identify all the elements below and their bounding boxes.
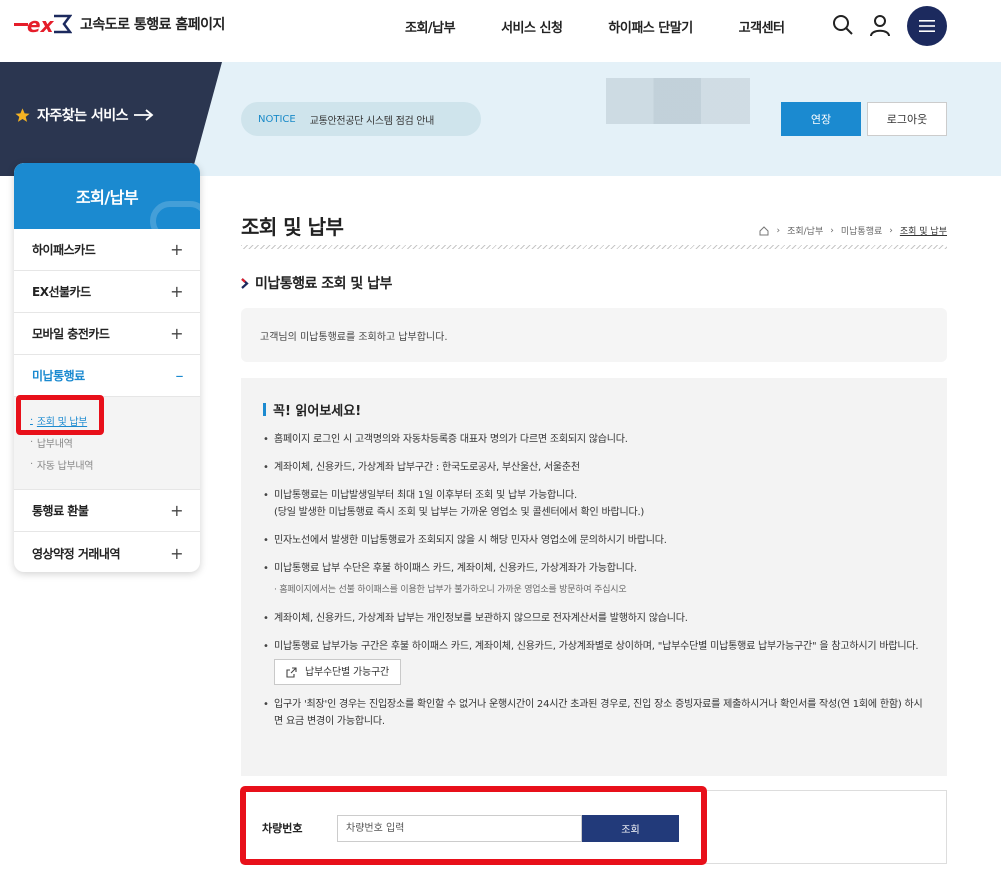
star-icon	[15, 107, 30, 122]
ex-logo-icon: ex	[14, 13, 72, 36]
section-chevron-icon	[241, 277, 249, 289]
sidebar-item-label: 모바일 충전카드	[32, 327, 110, 341]
sidebar-item-label: 통행료 환불	[32, 504, 89, 518]
sidebar-item-label: EX선불카드	[32, 285, 91, 299]
nav-customer-center[interactable]: 고객센터	[739, 17, 785, 36]
breadcrumb-current[interactable]: 조회 및 납부	[900, 224, 947, 237]
menu-button[interactable]	[907, 6, 947, 46]
top-banner: 자주찾는 서비스 NOTICE 교통안전공단 시스템 점검 안내 연장 로그아웃	[0, 62, 1001, 176]
sidebar-title-decoration	[150, 201, 200, 229]
minus-icon[interactable]: –	[176, 366, 184, 385]
site-header: ex 고속도로 통행료 홈페이지 조회/납부 서비스 신청 하이패스 단말기 고…	[0, 0, 1001, 62]
breadcrumb-item[interactable]: 미납통행료	[841, 224, 882, 237]
sidebar-item-mobile-charge-card[interactable]: 모바일 충전카드 +	[14, 313, 200, 355]
chevron-right-icon: ›	[889, 225, 893, 236]
sidebar-title: 조회/납부	[14, 163, 200, 229]
intro-box: 고객님의 미납통행료를 조회하고 납부합니다.	[241, 308, 947, 362]
sidebar: 조회/납부 하이패스카드 + EX선불카드 + 모바일 충전카드 + 미납통행료…	[14, 163, 200, 572]
note-subtext: · 홈페이지에서는 선불 하이패스를 이용한 납부가 불가하오니 가까운 영업소…	[274, 585, 627, 595]
external-link-icon	[286, 666, 297, 678]
note-text: 미납통행료는 미납발생일부터 최대 1일 이후부터 조회 및 납부 가능합니다.	[274, 490, 577, 501]
note-text: 미납통행료 납부 수단은 후불 하이패스 카드, 계좌이체, 신용카드, 가상계…	[274, 563, 637, 574]
note-item: 홈페이지 로그인 시 고객명의와 자동차등록증 대표자 명의가 다르면 조회되지…	[263, 431, 927, 448]
nav-hipass-device[interactable]: 하이패스 단말기	[608, 17, 693, 36]
sidebar-item-ex-prepaid-card[interactable]: EX선불카드 +	[14, 271, 200, 313]
read-title: 꼭! 읽어보세요!	[263, 400, 927, 419]
arrow-right-icon	[134, 109, 154, 121]
session-extend-button[interactable]: 연장	[781, 102, 861, 136]
note-item: 미납통행료는 미납발생일부터 최대 1일 이후부터 조회 및 납부 가능합니다.…	[263, 487, 927, 521]
note-text: 미납통행료 납부가능 구간은 후불 하이패스 카드, 계좌이체, 신용카드, 가…	[274, 641, 919, 652]
sidebar-title-text: 조회/납부	[75, 188, 139, 207]
highlight-box-submenu	[16, 395, 104, 435]
note-text: (당일 발생한 미납통행료 즉시 조회 및 납부는 가까운 영업소 및 콜센터에…	[274, 507, 645, 518]
submenu-item-auto-payment-history[interactable]: · 자동 납부내역	[30, 453, 200, 475]
global-nav: 조회/납부 서비스 신청 하이패스 단말기 고객센터	[405, 17, 831, 36]
nav-lookup-pay[interactable]: 조회/납부	[405, 17, 456, 36]
title-divider	[241, 245, 947, 249]
submenu-label: 납부내역	[36, 438, 73, 450]
breadcrumb: › 조회/납부 › 미납통행료 › 조회 및 납부	[759, 224, 947, 237]
favorite-services[interactable]: 자주찾는 서비스	[14, 105, 154, 125]
sidebar-item-toll-refund[interactable]: 통행료 환불 +	[14, 490, 200, 532]
sidebar-item-label: 미납통행료	[32, 369, 85, 383]
home-icon[interactable]	[759, 225, 769, 236]
plus-icon[interactable]: +	[170, 282, 183, 301]
notice-text[interactable]: 교통안전공단 시스템 점검 안내	[310, 112, 435, 127]
sidebar-item-label: 하이패스카드	[32, 243, 96, 257]
sidebar-item-label: 영상약정 거래내역	[32, 546, 121, 561]
notice-bar[interactable]: NOTICE 교통안전공단 시스템 점검 안내	[241, 102, 481, 136]
note-item: 미납통행료 납부가능 구간은 후불 하이패스 카드, 계좌이체, 신용카드, 가…	[263, 638, 927, 685]
sidebar-item-unpaid-toll[interactable]: 미납통행료 –	[14, 355, 200, 397]
link-button-label: 납부수단별 가능구간	[305, 666, 389, 678]
submenu-label: 자동 납부내역	[36, 460, 94, 472]
notice-read-box: 꼭! 읽어보세요! 홈페이지 로그인 시 고객명의와 자동차등록증 대표자 명의…	[241, 378, 947, 776]
notice-tag: NOTICE	[258, 113, 296, 125]
note-item: 민자노선에서 발생한 미납통행료가 조회되지 않을 시 해당 민자사 영업소에 …	[263, 532, 927, 549]
logout-button[interactable]: 로그아웃	[867, 102, 947, 136]
breadcrumb-item[interactable]: 조회/납부	[787, 224, 823, 237]
note-item: 입구가 '최장'인 경우는 진입장소를 확인할 수 없거나 운행시간이 24시간…	[263, 696, 927, 730]
intro-text: 고객님의 미납통행료를 조회하고 납부합니다.	[260, 331, 448, 343]
sidebar-item-video-contract-history[interactable]: 영상약정 거래내역 +	[14, 532, 200, 572]
note-item: 계좌이체, 신용카드, 가상계좌 납부는 개인정보를 보관하지 않으므로 전자계…	[263, 610, 927, 627]
search-icon[interactable]	[832, 14, 854, 36]
sidebar-item-hipass-card[interactable]: 하이패스카드 +	[14, 229, 200, 271]
title-bar	[263, 403, 266, 416]
plus-icon[interactable]: +	[170, 240, 183, 259]
blurred-user-info	[606, 78, 750, 124]
note-item: 계좌이체, 신용카드, 가상계좌 납부구간 : 한국도로공사, 부산울산, 서울…	[263, 459, 927, 476]
section-title-text: 미납통행료 조회 및 납부	[255, 276, 392, 292]
chevron-right-icon: ›	[776, 225, 781, 236]
user-icon[interactable]	[868, 13, 892, 37]
note-item: 미납통행료 납부 수단은 후불 하이패스 카드, 계좌이체, 신용카드, 가상계…	[263, 560, 927, 599]
payment-zone-link-button[interactable]: 납부수단별 가능구간	[274, 659, 401, 685]
hamburger-icon	[919, 20, 935, 32]
plus-icon[interactable]: +	[170, 501, 183, 520]
page-title: 조회 및 납부	[241, 215, 344, 239]
plus-icon[interactable]: +	[170, 324, 183, 343]
chevron-right-icon: ›	[830, 225, 834, 236]
highlight-box-car-search	[240, 786, 707, 865]
nav-service-apply[interactable]: 서비스 신청	[501, 17, 563, 36]
site-logo[interactable]: ex 고속도로 통행료 홈페이지	[14, 12, 225, 36]
plus-icon[interactable]: +	[170, 544, 183, 563]
favorite-services-label: 자주찾는 서비스	[37, 108, 129, 124]
svg-text:ex: ex	[27, 13, 55, 36]
read-title-text: 꼭! 읽어보세요!	[273, 404, 362, 419]
logo-text: 고속도로 통행료 홈페이지	[80, 17, 225, 33]
section-title: 미납통행료 조회 및 납부	[241, 273, 392, 293]
